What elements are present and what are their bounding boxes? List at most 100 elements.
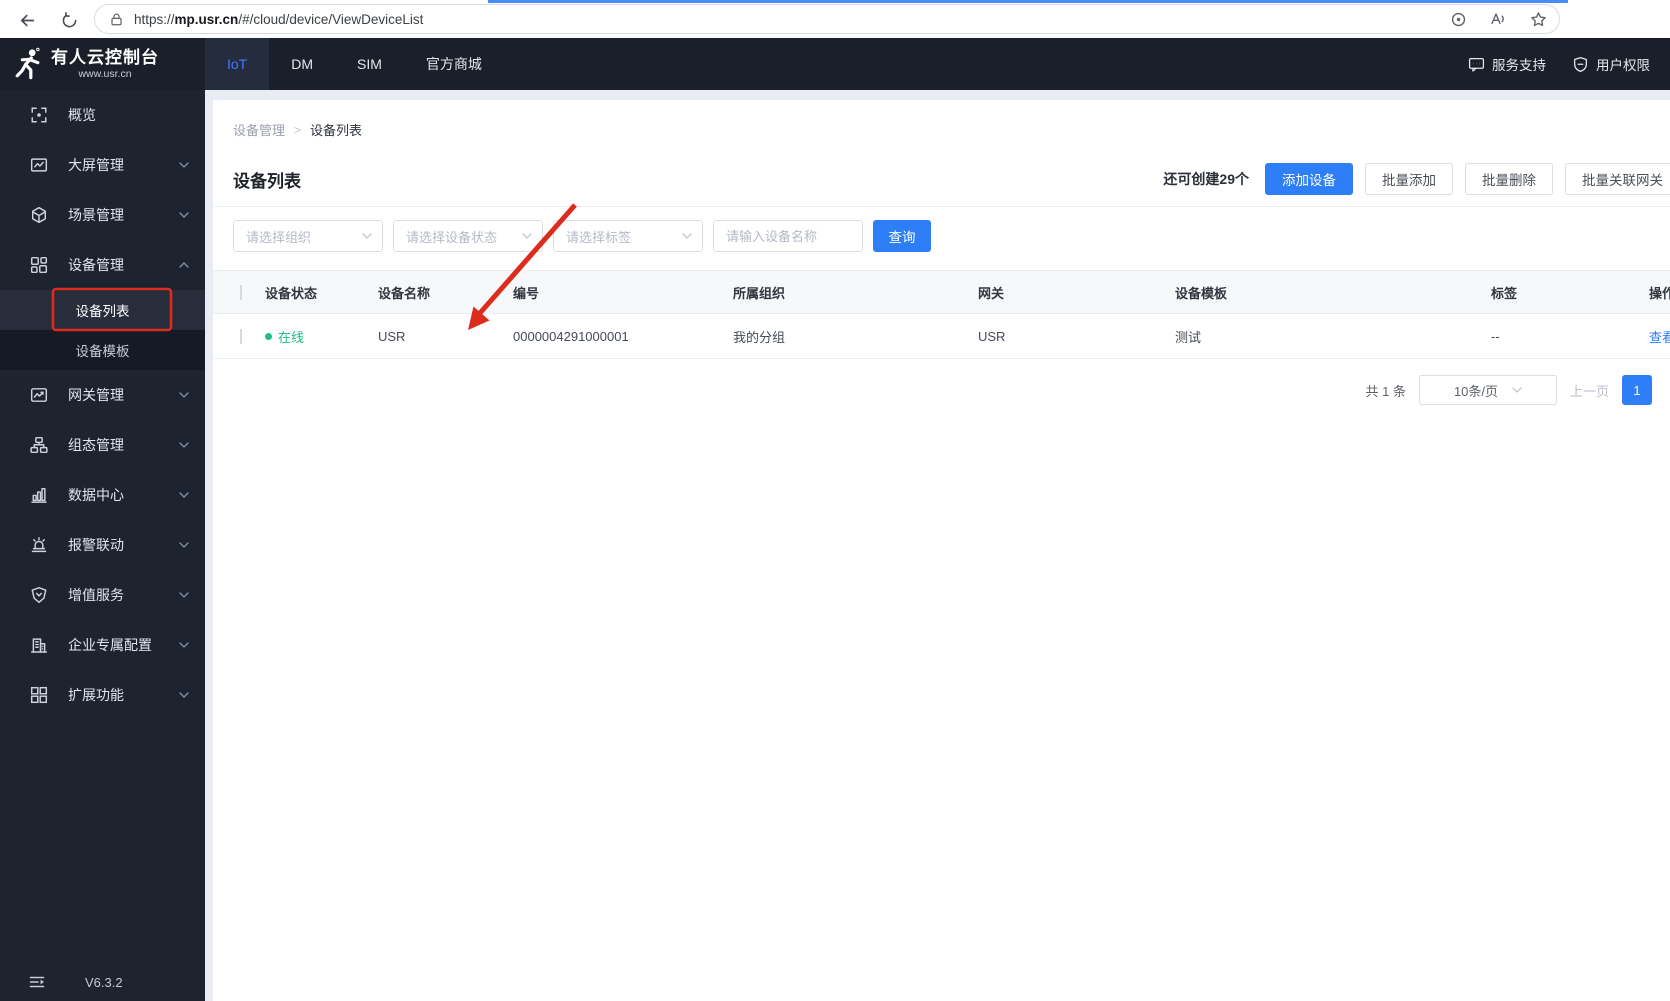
chevron-down-icon bbox=[179, 162, 189, 168]
gateway-icon bbox=[30, 386, 48, 404]
chevron-down-icon bbox=[179, 442, 189, 448]
sidebar-item-overview[interactable]: 概览 bbox=[0, 90, 205, 140]
breadcrumb-separator: > bbox=[294, 122, 302, 137]
sidebar-item-label: 设备管理 bbox=[68, 257, 124, 273]
sidebar-item-label: 大屏管理 bbox=[68, 157, 124, 173]
sidebar-item-label: 数据中心 bbox=[68, 487, 124, 503]
sidebar-item-label: 报警联动 bbox=[68, 537, 124, 553]
app-header: 有人云控制台 www.usr.cn IoT DM SIM 官方商城 服务支持 用… bbox=[0, 38, 1670, 90]
device-org-value: 我的分组 bbox=[733, 329, 786, 345]
select-chevron-icon bbox=[362, 233, 372, 239]
tab-mall[interactable]: 官方商城 bbox=[404, 38, 504, 90]
pagination: 共 1 条 10条/页 上一页 1 bbox=[213, 375, 1670, 405]
chevron-up-icon bbox=[179, 262, 189, 268]
service-support-button[interactable]: 服务支持 bbox=[1468, 54, 1546, 74]
page-number-button[interactable]: 1 bbox=[1622, 375, 1652, 405]
device-sn-value: 0000004291000001 bbox=[513, 328, 629, 344]
service-support-label: 服务支持 bbox=[1492, 58, 1546, 73]
sidebar-item-value-added[interactable]: 增值服务 bbox=[0, 570, 205, 620]
add-device-button[interactable]: 添加设备 bbox=[1265, 163, 1353, 195]
sidebar-item-extensions[interactable]: 扩展功能 bbox=[0, 670, 205, 720]
browser-address-bar[interactable]: https://mp.usr.cn/#/cloud/device/ViewDev… bbox=[94, 4, 1560, 34]
sidebar-item-label: 企业专属配置 bbox=[68, 637, 152, 653]
user-permission-button[interactable]: 用户权限 bbox=[1572, 54, 1650, 74]
col-sn: 编号 bbox=[513, 285, 540, 301]
brand-title: 有人云控制台 bbox=[51, 48, 159, 67]
user-permission-label: 用户权限 bbox=[1596, 58, 1650, 73]
col-tag: 标签 bbox=[1491, 285, 1518, 301]
shield-icon bbox=[1572, 56, 1589, 73]
location-icon[interactable] bbox=[1449, 10, 1467, 28]
tag-select[interactable]: 请选择标签 bbox=[553, 220, 703, 252]
filter-row: 请选择组织 请选择设备状态 请选择标签 查询 bbox=[213, 207, 1670, 266]
chevron-down-icon bbox=[179, 492, 189, 498]
chevron-down-icon bbox=[179, 392, 189, 398]
data-icon bbox=[30, 486, 48, 504]
online-dot-icon bbox=[265, 332, 272, 340]
page-size-value: 10条/页 bbox=[1453, 383, 1499, 399]
row-checkbox[interactable] bbox=[240, 328, 242, 344]
alarm-icon bbox=[30, 536, 48, 554]
sidebar-subitem-label: 设备模板 bbox=[75, 344, 130, 359]
select-all-checkbox[interactable] bbox=[240, 284, 242, 300]
lock-icon bbox=[109, 12, 124, 27]
org-select[interactable]: 请选择组织 bbox=[233, 220, 383, 252]
prev-page-button[interactable]: 上一页 bbox=[1570, 381, 1609, 400]
browser-back-button[interactable] bbox=[14, 7, 40, 33]
device-name-input[interactable] bbox=[713, 220, 863, 252]
tab-dm[interactable]: DM bbox=[269, 38, 335, 90]
col-device-name: 设备名称 bbox=[378, 285, 431, 301]
sidebar-item-enterprise-config[interactable]: 企业专属配置 bbox=[0, 620, 205, 670]
tab-iot[interactable]: IoT bbox=[205, 38, 270, 90]
device-status-select[interactable]: 请选择设备状态 bbox=[393, 220, 543, 252]
browser-refresh-button[interactable] bbox=[56, 7, 82, 33]
back-icon bbox=[18, 11, 37, 30]
sidebar-item-device-mgmt[interactable]: 设备管理 bbox=[0, 240, 205, 290]
batch-link-gateway-button[interactable]: 批量关联网关 bbox=[1565, 163, 1670, 195]
content-card: 设备管理 > 设备列表 设备列表 还可创建29个 添加设备 批量添加 批量删除 … bbox=[213, 100, 1670, 1001]
total-count-label: 共 1 条 bbox=[1365, 383, 1406, 399]
sidebar-item-screen-mgmt[interactable]: 大屏管理 bbox=[0, 140, 205, 190]
vas-icon bbox=[30, 586, 48, 604]
view-link[interactable]: 查看 bbox=[1641, 327, 1670, 346]
sidebar-item-label: 组态管理 bbox=[68, 437, 124, 453]
tag-select-placeholder: 请选择标签 bbox=[566, 229, 632, 245]
brand-subtitle: www.usr.cn bbox=[78, 68, 132, 80]
sidebar-item-device-list[interactable]: 设备列表 bbox=[0, 290, 205, 330]
device-name-value: USR bbox=[378, 328, 406, 344]
main-area: 设备管理 > 设备列表 设备列表 还可创建29个 添加设备 批量添加 批量删除 … bbox=[205, 90, 1670, 1001]
device-status-value: 在线 bbox=[257, 327, 370, 346]
sidebar-item-gateway-mgmt[interactable]: 网关管理 bbox=[0, 370, 205, 420]
col-template: 设备模板 bbox=[1175, 285, 1228, 301]
collapse-icon[interactable] bbox=[28, 973, 46, 991]
sidebar-item-scada-mgmt[interactable]: 组态管理 bbox=[0, 420, 205, 470]
col-gateway: 网关 bbox=[978, 285, 1005, 301]
batch-add-button[interactable]: 批量添加 bbox=[1365, 163, 1453, 195]
favorite-star-icon[interactable] bbox=[1529, 10, 1547, 28]
url-text: https://mp.usr.cn/#/cloud/device/ViewDev… bbox=[134, 11, 424, 27]
search-button[interactable]: 查询 bbox=[873, 220, 931, 252]
chevron-down-icon bbox=[179, 592, 189, 598]
breadcrumb-section[interactable]: 设备管理 bbox=[233, 120, 285, 139]
table-header: 设备状态 设备名称 编号 所属组织 网关 设备模板 标签 操作 bbox=[213, 270, 1670, 314]
brand-logo-icon bbox=[13, 47, 43, 81]
sidebar-item-scene-mgmt[interactable]: 场景管理 bbox=[0, 190, 205, 240]
device-gateway-value: USR bbox=[978, 328, 1006, 344]
sidebar-item-label: 概览 bbox=[68, 107, 96, 123]
browser-toolbar: https://mp.usr.cn/#/cloud/device/ViewDev… bbox=[0, 0, 1670, 38]
title-row: 设备列表 还可创建29个 添加设备 批量添加 批量删除 批量关联网关 bbox=[213, 161, 1670, 197]
table-row: 在线 USR 0000004291000001 我的分组 USR 测试 -- 查… bbox=[213, 314, 1670, 359]
sidebar-item-alarm-linkage[interactable]: 报警联动 bbox=[0, 520, 205, 570]
brand-logo[interactable]: 有人云控制台 www.usr.cn bbox=[0, 38, 205, 90]
chevron-down-icon bbox=[179, 692, 189, 698]
tab-sim[interactable]: SIM bbox=[335, 38, 404, 90]
chevron-down-icon bbox=[179, 212, 189, 218]
sidebar-item-device-template[interactable]: 设备模板 bbox=[0, 330, 205, 370]
refresh-icon bbox=[61, 11, 78, 29]
batch-delete-button[interactable]: 批量删除 bbox=[1465, 163, 1553, 195]
read-aloud-icon[interactable] bbox=[1489, 10, 1507, 28]
page-size-select[interactable]: 10条/页 bbox=[1418, 375, 1557, 405]
org-select-placeholder: 请选择组织 bbox=[246, 229, 312, 245]
sidebar-item-data-center[interactable]: 数据中心 bbox=[0, 470, 205, 520]
sidebar-item-label: 增值服务 bbox=[68, 587, 124, 603]
